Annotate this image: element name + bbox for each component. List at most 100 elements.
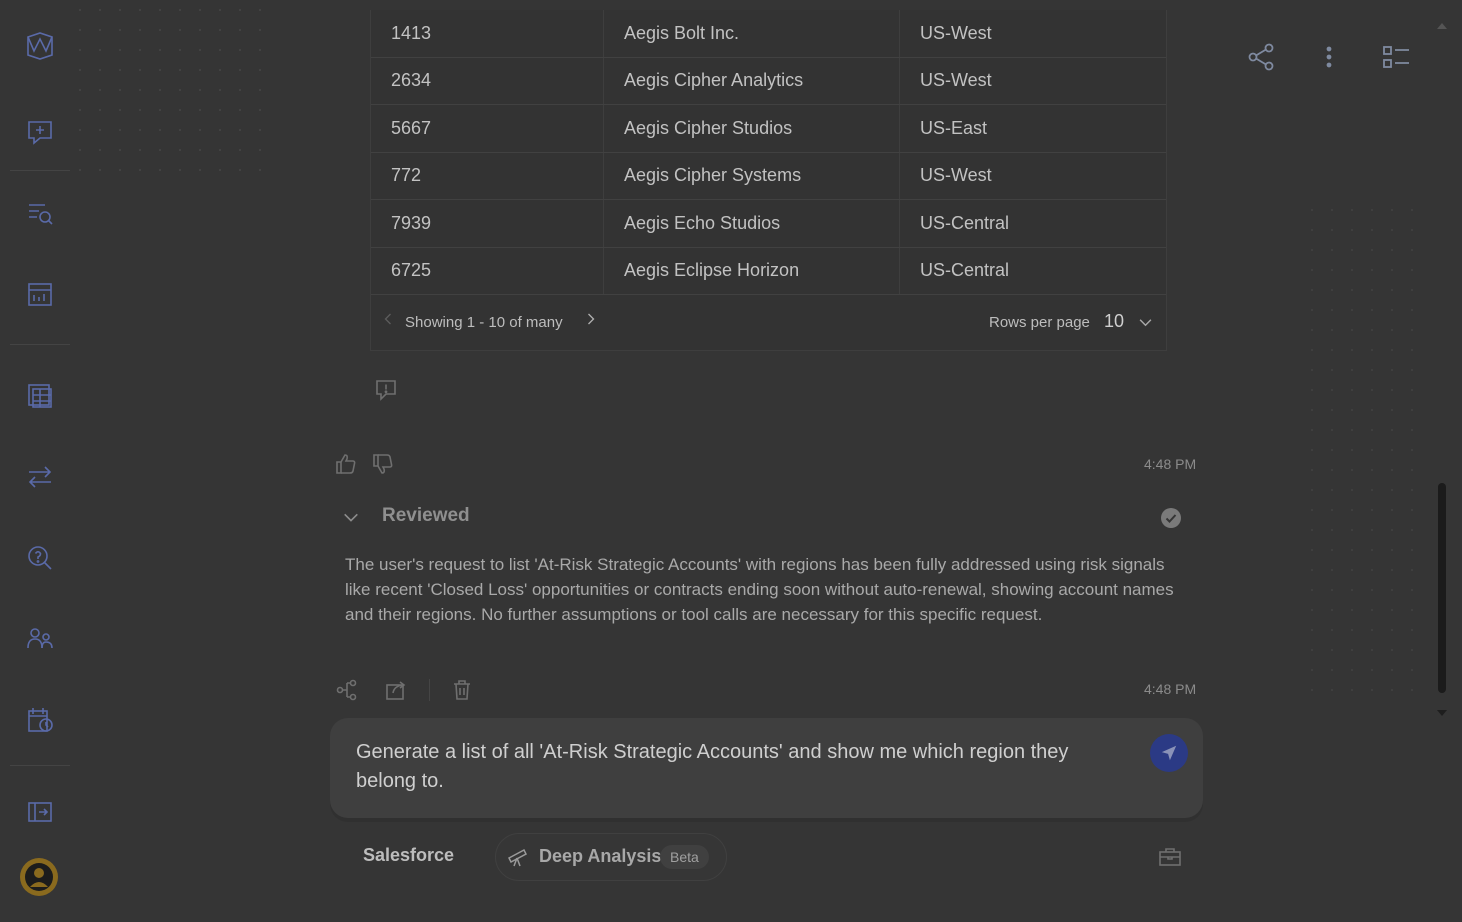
cell-account-name: Aegis Echo Studios — [624, 213, 781, 233]
deep-analysis-label: Deep Analysis — [539, 846, 662, 866]
background-dot-pattern-right — [1302, 200, 1422, 700]
thumbs-up-button[interactable] — [334, 452, 358, 476]
send-button[interactable] — [1150, 734, 1188, 772]
app-logo[interactable] — [20, 26, 60, 66]
check-circle-icon — [1161, 508, 1181, 528]
trash-icon — [454, 680, 470, 700]
rows-per-page-select[interactable]: 10 — [1104, 311, 1124, 332]
schedule-button[interactable] — [20, 700, 60, 740]
deep-analysis-toggle[interactable]: Deep Analysis Beta — [495, 833, 727, 881]
review-timestamp: 4:48 PM — [1144, 681, 1197, 697]
table-icon — [28, 384, 52, 408]
avatar[interactable] — [20, 858, 58, 896]
cell-account-name: Aegis Eclipse Horizon — [624, 260, 800, 280]
chevron-down-icon — [1139, 319, 1152, 327]
cell-id: 5667 — [391, 118, 432, 138]
list-view-button[interactable] — [1381, 42, 1411, 72]
rows-per-page-label: Rows per page — [989, 314, 1090, 331]
table-row[interactable]: 6725 Aegis Eclipse Horizon US-Central — [371, 247, 1166, 295]
share-button[interactable] — [1247, 42, 1277, 72]
more-options-button[interactable] — [1314, 42, 1344, 72]
beta-badge: Beta — [660, 845, 709, 869]
sidebar-divider — [10, 170, 70, 171]
help-search-button[interactable] — [20, 538, 60, 578]
scroll-up-arrow[interactable] — [1436, 15, 1448, 34]
scroll-down-arrow[interactable] — [1436, 702, 1448, 721]
message-timestamp: 4:48 PM — [1144, 456, 1197, 472]
chevron-left-icon — [384, 313, 391, 325]
background-dot-pattern — [70, 0, 270, 180]
cell-region: US-West — [920, 70, 992, 90]
search-question-icon — [28, 546, 52, 570]
review-status — [1160, 507, 1182, 529]
cell-account-name: Aegis Cipher Analytics — [624, 70, 804, 90]
cell-id: 2634 — [391, 70, 432, 90]
triangle-up-icon — [1437, 23, 1447, 29]
logo-icon — [27, 32, 53, 60]
report-issue-button[interactable] — [374, 378, 398, 402]
chevron-down-icon — [344, 513, 358, 522]
composer-input[interactable]: Generate a list of all 'At-Risk Strategi… — [356, 738, 1116, 796]
cell-account-name: Aegis Cipher Systems — [624, 165, 802, 185]
export-share-icon — [386, 681, 406, 700]
delete-button[interactable] — [451, 679, 473, 701]
swap-arrows-icon — [28, 466, 52, 488]
cell-id: 772 — [391, 165, 422, 185]
user-avatar-icon — [25, 863, 53, 891]
review-text: The user's request to list 'At-Risk Stra… — [345, 555, 1174, 624]
chevron-right-icon — [588, 313, 595, 325]
expand-sidebar-button[interactable] — [20, 792, 60, 832]
prev-page-button[interactable] — [383, 312, 393, 331]
feedback-alert-icon — [376, 380, 396, 401]
cell-region: US-West — [920, 23, 992, 43]
chat-composer[interactable]: Generate a list of all 'At-Risk Strategi… — [330, 718, 1203, 818]
review-title: Reviewed — [382, 505, 470, 526]
table-row[interactable]: 7939 Aegis Echo Studios US-Central — [371, 200, 1166, 248]
results-table: 1413 Aegis Bolt Inc. US-West 2634 Aegis … — [370, 10, 1167, 351]
toolbox-button[interactable] — [1158, 845, 1182, 869]
users-button[interactable] — [20, 619, 60, 659]
kebab-menu-icon — [1326, 46, 1332, 68]
table-row[interactable]: 1413 Aegis Bolt Inc. US-West — [371, 10, 1166, 58]
transfers-button[interactable] — [20, 457, 60, 497]
table-row[interactable]: 772 Aegis Cipher Systems US-West — [371, 152, 1166, 200]
cell-account-name: Aegis Cipher Studios — [624, 118, 793, 138]
list-view-icon — [1383, 46, 1409, 68]
pagination-text: Showing 1 - 10 of many — [405, 314, 563, 331]
new-chat-button[interactable] — [20, 112, 60, 152]
cell-id: 1413 — [391, 23, 432, 43]
triangle-down-icon — [1437, 710, 1447, 716]
search-history-button[interactable] — [20, 193, 60, 233]
next-page-button[interactable] — [586, 312, 596, 330]
search-list-icon — [29, 204, 53, 225]
send-icon — [1161, 745, 1177, 761]
dashboard-button[interactable] — [20, 274, 60, 314]
thumbs-down-button[interactable] — [371, 452, 395, 476]
thumbs-up-icon — [336, 454, 356, 474]
flow-icon — [336, 679, 357, 701]
cell-id: 6725 — [391, 260, 432, 280]
tables-button[interactable] — [20, 376, 60, 416]
rows-per-page-dropdown[interactable] — [1139, 314, 1152, 331]
cell-region: US-East — [920, 118, 988, 138]
data-source-label[interactable]: Salesforce — [363, 845, 454, 866]
expand-panel-icon — [28, 802, 52, 822]
thumbs-down-icon — [373, 454, 393, 474]
table-row[interactable]: 2634 Aegis Cipher Analytics US-West — [371, 57, 1166, 105]
share-icon — [1248, 43, 1274, 71]
scrollbar-thumb[interactable] — [1438, 483, 1446, 693]
cell-region: US-West — [920, 165, 992, 185]
cell-account-name: Aegis Bolt Inc. — [624, 23, 740, 43]
cell-region: US-Central — [920, 260, 1010, 280]
cell-region: US-Central — [920, 213, 1010, 233]
sidebar — [0, 0, 80, 922]
sidebar-divider — [10, 344, 70, 345]
workflow-button[interactable] — [336, 679, 358, 701]
export-button[interactable] — [385, 679, 407, 701]
action-divider — [429, 679, 430, 701]
table-row[interactable]: 5667 Aegis Cipher Studios US-East — [371, 105, 1166, 153]
toolbox-icon — [1159, 848, 1181, 866]
calendar-chart-icon — [28, 283, 52, 306]
collapse-review-button[interactable] — [342, 508, 362, 528]
sidebar-divider — [10, 765, 70, 766]
